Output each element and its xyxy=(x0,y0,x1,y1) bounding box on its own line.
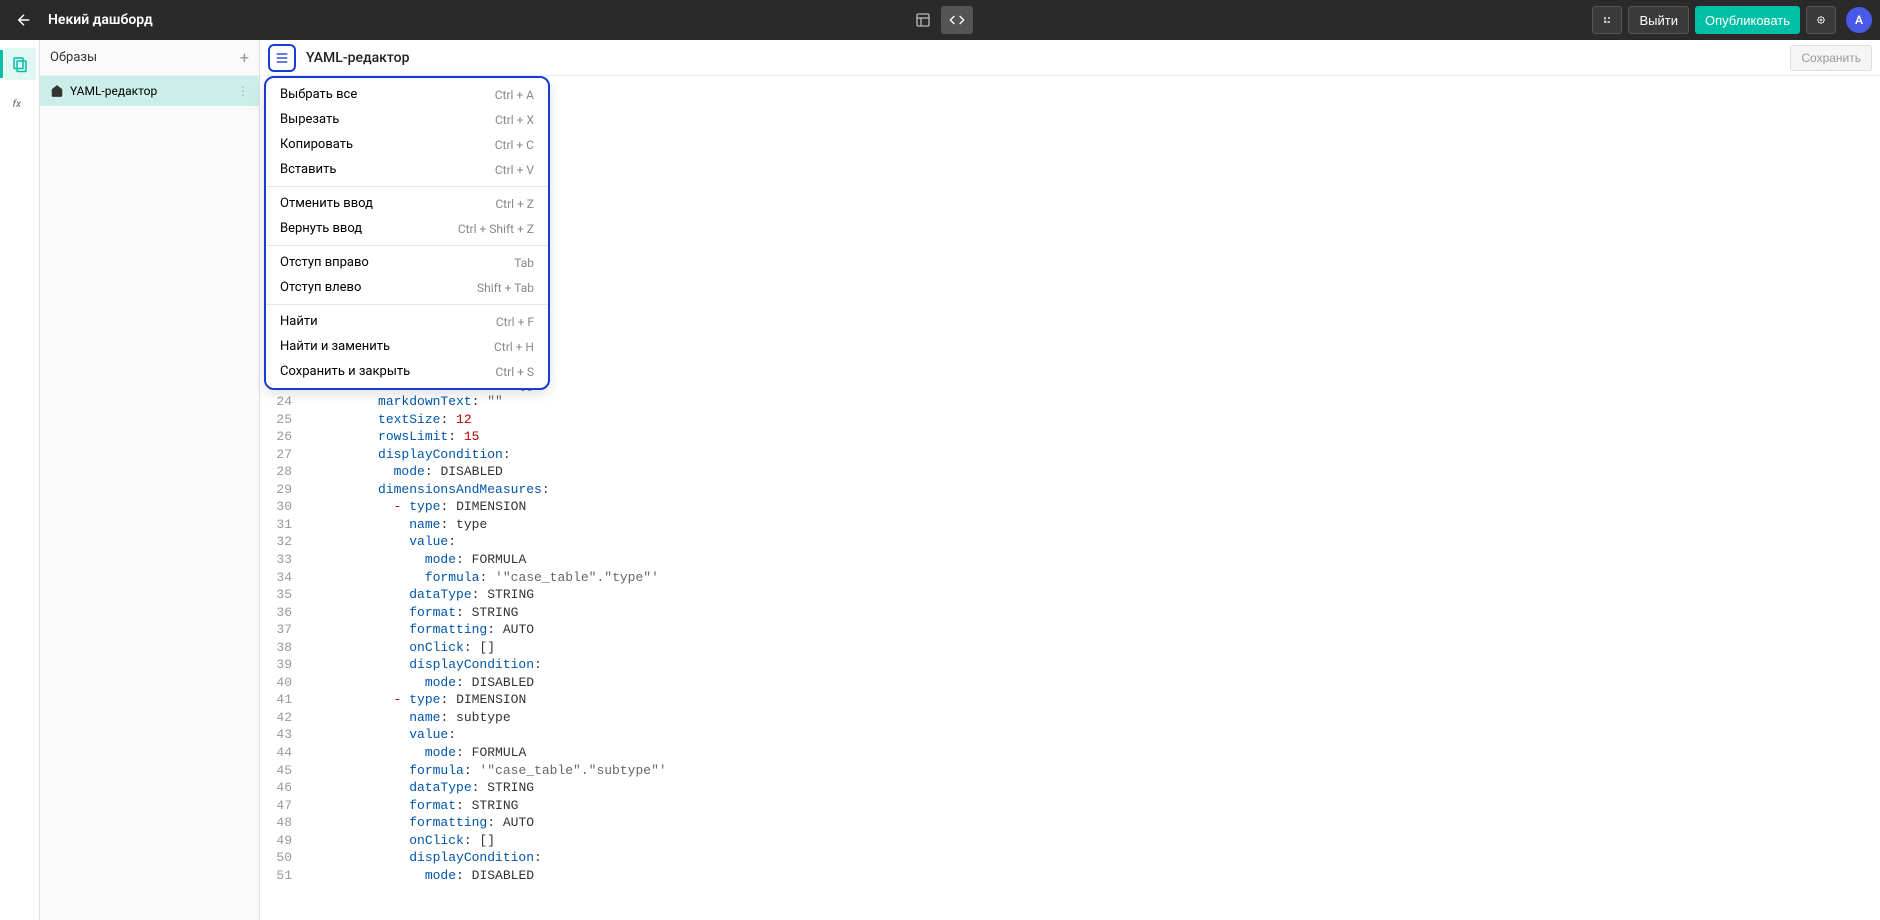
menu-item[interactable]: Вернуть ввод Ctrl + Shift + Z xyxy=(266,216,548,241)
menu-item[interactable]: Найти Ctrl + F xyxy=(266,309,548,334)
menu-item-label: Выбрать все xyxy=(280,87,357,102)
menu-item-shortcut: Ctrl + A xyxy=(495,88,534,102)
menu-item-shortcut: Ctrl + V xyxy=(495,163,534,177)
logout-button[interactable]: Выйти xyxy=(1628,6,1689,34)
avatar[interactable]: A xyxy=(1846,7,1872,33)
editor-dropdown: Выбрать все Ctrl + A Вырезать Ctrl + X Копир… xyxy=(264,76,550,390)
view-toggle xyxy=(907,6,973,34)
menu-item-label: Вернуть ввод xyxy=(280,221,362,236)
link-button[interactable] xyxy=(1592,6,1622,34)
menu-item-shortcut: Ctrl + Z xyxy=(495,197,534,211)
save-button[interactable]: Сохранить xyxy=(1790,45,1872,71)
page-title: Некий дашборд xyxy=(48,12,153,28)
publish-button[interactable]: Опубликовать xyxy=(1695,6,1800,34)
menu-item-label: Отменить ввод xyxy=(280,196,373,211)
menu-item[interactable]: Отступ влево Shift + Tab xyxy=(266,275,548,300)
sidebar: Образы + YAML-редактор ⋮ xyxy=(40,40,260,920)
menu-item[interactable]: Отступ вправо Tab xyxy=(266,250,548,275)
rail-fx[interactable]: fx xyxy=(4,88,36,120)
settings-button[interactable] xyxy=(1806,6,1836,34)
editor-pane: YAML-редактор Сохранить Выбрать все Ctrl … xyxy=(260,40,1880,920)
menu-item-shortcut: Ctrl + C xyxy=(495,138,534,152)
layout-view-button[interactable] xyxy=(907,6,939,34)
menu-item-label: Вставить xyxy=(280,162,336,177)
menu-item[interactable]: Копировать Ctrl + C xyxy=(266,132,548,157)
menu-item[interactable]: Вырезать Ctrl + X xyxy=(266,107,548,132)
rail-images[interactable] xyxy=(4,48,36,80)
menu-item-shortcut: Ctrl + Shift + Z xyxy=(458,222,534,236)
menu-item-shortcut: Tab xyxy=(514,256,534,270)
menu-item[interactable]: Отменить ввод Ctrl + Z xyxy=(266,191,548,216)
topbar: Некий дашборд Выйти Опубликовать A xyxy=(0,0,1880,40)
menu-item[interactable]: Вставить Ctrl + V xyxy=(266,157,548,182)
menu-item[interactable]: Сохранить и закрыть Ctrl + S xyxy=(266,359,548,384)
menu-item-label: Отступ вправо xyxy=(280,255,369,270)
menu-item-shortcut: Ctrl + S xyxy=(495,365,534,379)
svg-text:fx: fx xyxy=(12,97,22,110)
menu-separator xyxy=(266,304,548,305)
menu-item-shortcut: Shift + Tab xyxy=(477,281,534,295)
sidebar-header-label: Образы xyxy=(50,50,97,65)
home-icon xyxy=(50,84,64,98)
sidebar-item-yaml[interactable]: YAML-редактор ⋮ xyxy=(40,76,259,106)
menu-item[interactable]: Выбрать все Ctrl + A xyxy=(266,82,548,107)
menu-item-label: Отступ влево xyxy=(280,280,361,295)
back-button[interactable] xyxy=(8,4,40,36)
nav-rail: fx xyxy=(0,40,40,920)
menu-item-label: Найти xyxy=(280,314,318,329)
editor-menu-button[interactable] xyxy=(268,44,296,72)
menu-item-label: Сохранить и закрыть xyxy=(280,364,410,379)
menu-separator xyxy=(266,245,548,246)
menu-item-shortcut: Ctrl + X xyxy=(495,113,534,127)
menu-item-shortcut: Ctrl + H xyxy=(494,340,534,354)
menu-item-label: Копировать xyxy=(280,137,353,152)
code-view-button[interactable] xyxy=(941,6,973,34)
sidebar-item-label: YAML-редактор xyxy=(70,84,157,98)
menu-item[interactable]: Найти и заменить Ctrl + H xyxy=(266,334,548,359)
menu-separator xyxy=(266,186,548,187)
add-image-button[interactable]: + xyxy=(240,48,249,67)
menu-item-shortcut: Ctrl + F xyxy=(496,315,534,329)
menu-item-label: Вырезать xyxy=(280,112,339,127)
menu-item-label: Найти и заменить xyxy=(280,339,390,354)
editor-title: YAML-редактор xyxy=(306,50,409,66)
sidebar-header: Образы + xyxy=(40,40,259,76)
sidebar-item-menu[interactable]: ⋮ xyxy=(237,84,249,98)
